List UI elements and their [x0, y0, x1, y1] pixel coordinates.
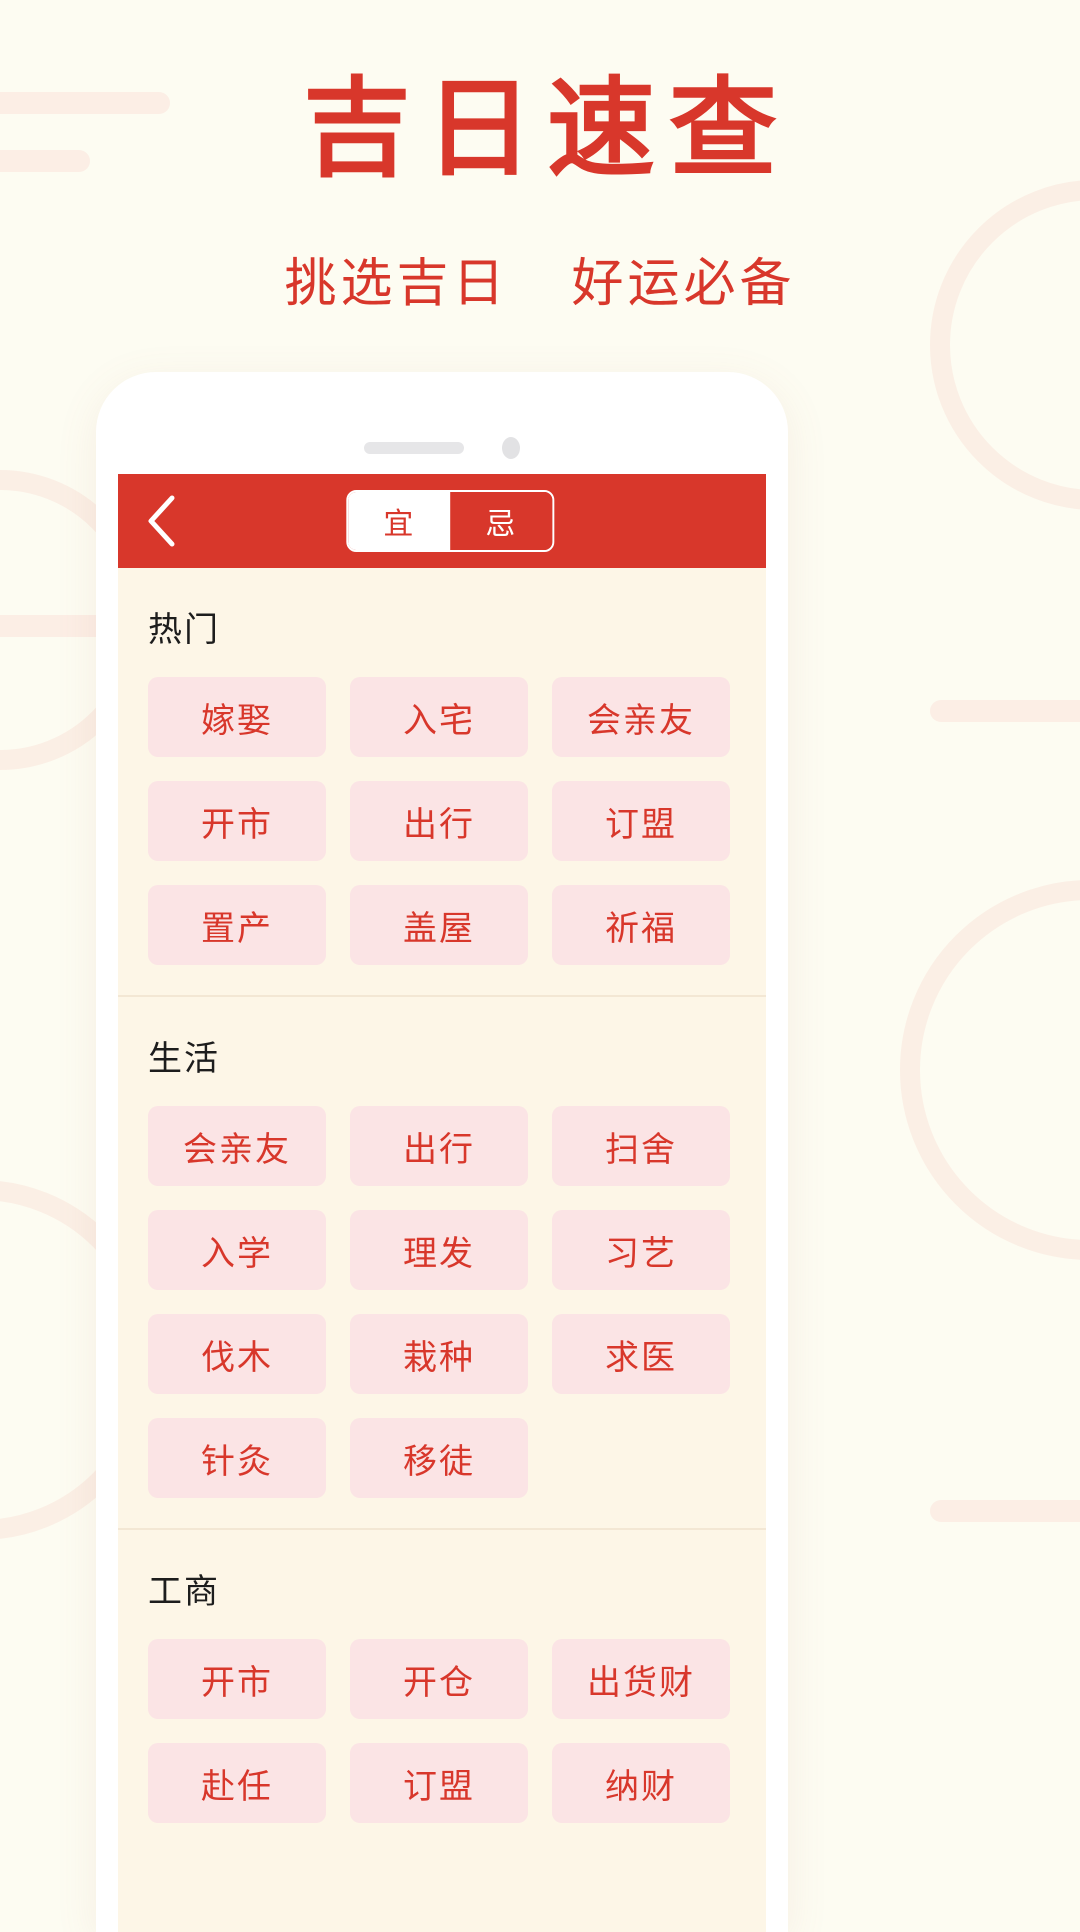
- chip-item[interactable]: 开市: [148, 1639, 326, 1719]
- app-screen: 宜 忌 热门 嫁娶 入宅 会亲友 开市 出行 订盟 置产 盖屋 祈福 生活 会亲: [118, 474, 766, 1932]
- chip-item[interactable]: 订盟: [350, 1743, 528, 1823]
- chip-item[interactable]: 伐木: [148, 1314, 326, 1394]
- section-title: 生活: [148, 1040, 220, 1078]
- chip-item[interactable]: 出行: [350, 1106, 528, 1186]
- subtitle-right: 好运必备: [571, 255, 796, 313]
- chip-grid: 会亲友 出行 扫舍 入学 理发 习艺 伐木 栽种 求医 针灸 移徒: [148, 1106, 736, 1498]
- chip-item[interactable]: 求医: [552, 1314, 730, 1394]
- chip-item[interactable]: 赴任: [148, 1743, 326, 1823]
- chip-grid: 嫁娶 入宅 会亲友 开市 出行 订盟 置产 盖屋 祈福: [148, 677, 736, 965]
- tab-yi[interactable]: 宜: [348, 492, 451, 550]
- page-title: 吉日速查: [302, 66, 791, 192]
- chip-item[interactable]: 栽种: [350, 1314, 528, 1394]
- chip-item[interactable]: 祈福: [552, 885, 730, 965]
- chip-item[interactable]: 开市: [148, 781, 326, 861]
- chip-grid: 开市 开仓 出货财 赴任 订盟 纳财: [148, 1639, 736, 1823]
- chip-item[interactable]: 订盟: [552, 781, 730, 861]
- subtitle-left: 挑选吉日: [284, 255, 509, 313]
- phone-notch-area: [96, 372, 788, 472]
- page-subtitle: 挑选吉日 好运必备: [0, 241, 1080, 316]
- back-button[interactable]: [118, 474, 204, 568]
- chip-item[interactable]: 会亲友: [148, 1106, 326, 1186]
- section-business: 工商 开市 开仓 出货财 赴任 订盟 纳财: [118, 1530, 766, 1853]
- section-hot: 热门 嫁娶 入宅 会亲友 开市 出行 订盟 置产 盖屋 祈福: [118, 568, 766, 997]
- chip-item[interactable]: 纳财: [552, 1743, 730, 1823]
- chevron-left-icon: [144, 494, 178, 548]
- chip-item[interactable]: 针灸: [148, 1418, 326, 1498]
- chip-item[interactable]: 置产: [148, 885, 326, 965]
- chip-item[interactable]: 嫁娶: [148, 677, 326, 757]
- chip-item[interactable]: 开仓: [350, 1639, 528, 1719]
- deco-swirl: [900, 880, 1080, 1260]
- chip-item[interactable]: 入宅: [350, 677, 528, 757]
- chip-item[interactable]: 盖屋: [350, 885, 528, 965]
- chip-item[interactable]: 扫舍: [552, 1106, 730, 1186]
- chip-item[interactable]: 习艺: [552, 1210, 730, 1290]
- phone-mockup: 宜 忌 热门 嫁娶 入宅 会亲友 开市 出行 订盟 置产 盖屋 祈福 生活 会亲: [96, 372, 788, 1932]
- section-life: 生活 会亲友 出行 扫舍 入学 理发 习艺 伐木 栽种 求医 针灸 移徒: [118, 997, 766, 1530]
- chip-item[interactable]: 入学: [148, 1210, 326, 1290]
- app-header: 宜 忌: [118, 474, 766, 568]
- chip-item[interactable]: 出行: [350, 781, 528, 861]
- deco-bar: [930, 1500, 1080, 1522]
- chip-item[interactable]: 会亲友: [552, 677, 730, 757]
- chip-item[interactable]: 出货财: [552, 1639, 730, 1719]
- chip-item[interactable]: 理发: [350, 1210, 528, 1290]
- chip-item[interactable]: 移徒: [350, 1418, 528, 1498]
- deco-bar: [930, 700, 1080, 722]
- front-camera-icon: [502, 437, 520, 459]
- poster-header: 吉日速查 挑选吉日 好运必备: [0, 0, 1080, 316]
- section-title: 工商: [148, 1573, 220, 1611]
- speaker-grille-icon: [364, 442, 464, 454]
- section-title: 热门: [148, 611, 220, 649]
- tab-switcher[interactable]: 宜 忌: [346, 490, 555, 552]
- tab-ji[interactable]: 忌: [450, 492, 553, 550]
